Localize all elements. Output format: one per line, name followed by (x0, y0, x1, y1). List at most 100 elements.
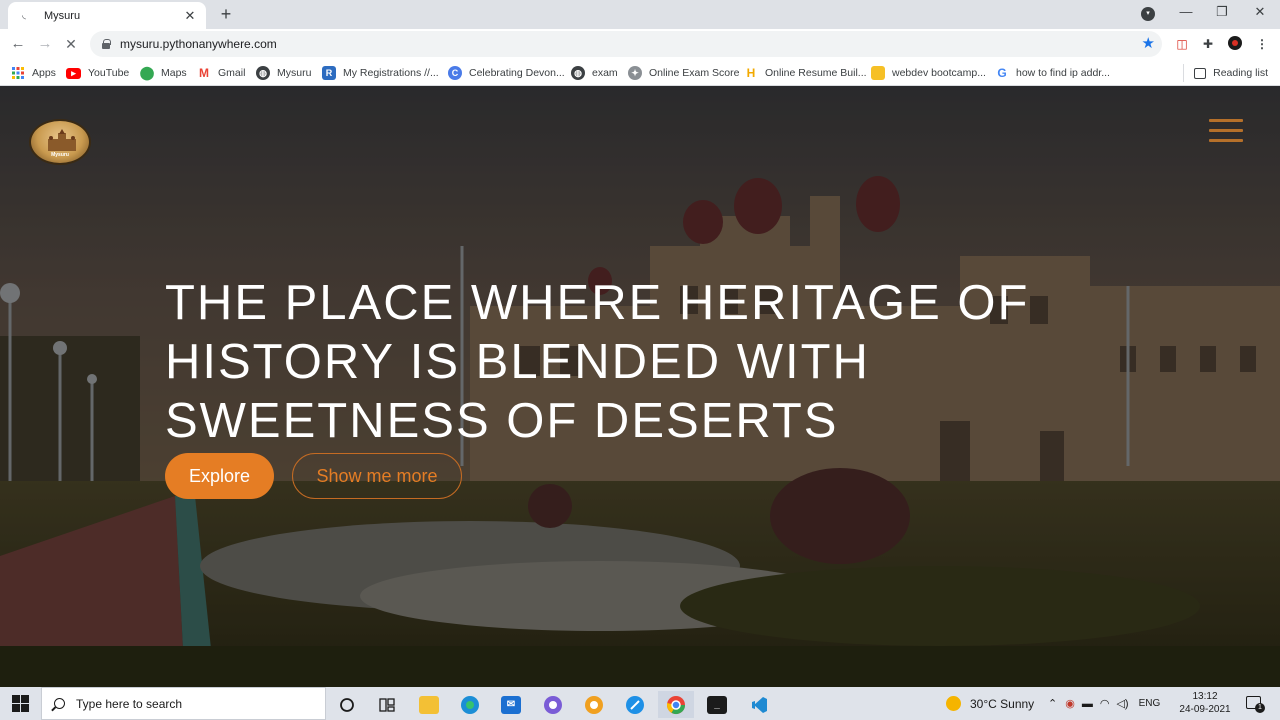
chevron-up-icon[interactable]: ⌃ (1048, 697, 1057, 710)
globe-icon: ◍ (571, 66, 585, 80)
reading-list-button[interactable]: Reading list (1183, 64, 1268, 82)
chat-app-icon[interactable] (535, 691, 571, 718)
bookmark-mysuru[interactable]: ◍ Mysuru (256, 64, 311, 82)
logo-text: Mysuru (51, 152, 69, 158)
c-logo-icon: C (448, 66, 462, 80)
explore-button[interactable]: Explore (165, 453, 274, 499)
vscode-icon[interactable] (741, 691, 777, 718)
reading-list-label: Reading list (1213, 67, 1268, 79)
folder-note-icon (871, 66, 885, 80)
registration-icon: R (322, 66, 336, 80)
palace-logo-icon (48, 129, 76, 151)
bookmark-gmail[interactable]: M Gmail (197, 64, 245, 82)
reading-list-icon (1194, 67, 1207, 79)
cortana-icon[interactable] (329, 691, 365, 718)
lock-icon (102, 39, 111, 49)
maps-pin-icon: ⬤ (139, 65, 155, 80)
site-logo[interactable]: Mysuru (29, 119, 91, 165)
bookmark-label: exam (592, 67, 618, 79)
back-arrow-icon[interactable]: ← (7, 33, 29, 55)
volume-icon[interactable]: ◁) (1116, 697, 1128, 710)
bookmark-maps[interactable]: ⬤ Maps (140, 64, 187, 82)
hamburger-menu-icon[interactable] (1209, 119, 1243, 145)
wifi-icon[interactable]: ◠ (1100, 697, 1110, 710)
bookmark-webdev[interactable]: webdev bootcamp... (871, 64, 986, 82)
youtube-icon: ▸ (66, 67, 81, 79)
bookmark-registrations[interactable]: R My Registrations //... (322, 64, 439, 82)
close-window-button[interactable]: ✕ (1250, 4, 1270, 24)
globe-icon: ◍ (256, 66, 270, 80)
browser-toolbar: ← → ✕ mysuru.pythonanywhere.com ★ ◫ ✚ ⋮ (0, 29, 1280, 59)
notification-count: 1 (1255, 703, 1265, 713)
weather-widget[interactable]: 30°C Sunny (946, 687, 1034, 720)
show-me-more-button[interactable]: Show me more (292, 453, 462, 499)
gmail-icon: M (199, 66, 209, 80)
maximize-button[interactable]: ❐ (1212, 4, 1232, 24)
minimize-button[interactable]: — (1176, 4, 1196, 24)
search-icon (54, 698, 65, 709)
language-indicator[interactable]: ENG (1139, 698, 1161, 709)
feather-app-icon[interactable] (617, 691, 653, 718)
tab-strip: ◟ Mysuru ✕ + ▾ — ❐ ✕ (0, 0, 1280, 29)
profile-avatar-icon[interactable] (1227, 36, 1243, 52)
tab-mysuru[interactable]: ◟ Mysuru ✕ (8, 2, 206, 29)
headline-line: THE PLACE WHERE HERITAGE OF (165, 276, 1030, 330)
bookmark-label: Apps (32, 67, 56, 79)
bookmark-apps[interactable]: Apps (11, 64, 56, 82)
tab-search-icon[interactable]: ▾ (1141, 7, 1155, 21)
address-bar[interactable]: mysuru.pythonanywhere.com ★ (90, 31, 1162, 57)
bookmark-label: Online Resume Buil... (765, 67, 867, 79)
clock-time: 13:12 (1192, 691, 1218, 702)
loading-spinner-icon: ◟ (22, 10, 26, 21)
bookmark-label: Maps (161, 67, 187, 79)
bookmark-label: Gmail (218, 67, 246, 79)
clock-date: 24-09-2021 (1179, 704, 1231, 715)
hero-section: Mysuru THE PLACE WHERE HERITAGE OF HISTO… (0, 86, 1280, 687)
bookmark-label: My Registrations //... (343, 67, 439, 79)
bookmark-label: webdev bootcamp... (892, 67, 986, 79)
bookmark-exam[interactable]: ◍ exam (571, 64, 618, 82)
bookmark-online-exam-score[interactable]: ✦ Online Exam Score (628, 64, 739, 82)
terminal-icon[interactable]: _ (699, 691, 735, 718)
bookmark-star-icon[interactable]: ★ (1142, 35, 1155, 53)
battery-icon[interactable]: ▬ (1082, 698, 1093, 710)
task-view-icon[interactable] (369, 691, 405, 718)
windows-start-icon[interactable] (12, 695, 29, 712)
headline-line: SWEETNESS OF DESERTS (165, 394, 839, 448)
bookmark-label: Celebrating Devon... (469, 67, 565, 79)
canary-browser-icon[interactable] (576, 691, 612, 718)
bookmarks-bar: Apps ▸ YouTube ⬤ Maps M Gmail ◍ Mysuru R… (0, 59, 1280, 86)
tab-title: Mysuru (44, 9, 81, 22)
forward-arrow-icon[interactable]: → (34, 33, 56, 55)
bookmark-label: Mysuru (277, 67, 312, 79)
pocket-extension-icon[interactable]: ◫ (1174, 36, 1190, 52)
apps-grid-icon (11, 66, 25, 80)
bookmark-youtube[interactable]: ▸ YouTube (66, 64, 129, 82)
weather-text: 30°C Sunny (970, 696, 1035, 711)
stop-loading-icon[interactable]: ✕ (60, 33, 82, 55)
tray-icons: ⌃ ◉ ▬ ◠ ◁) ENG (1048, 687, 1160, 720)
mail-icon[interactable]: ✉ (493, 691, 529, 718)
taskbar-search-box[interactable]: Type here to search (41, 687, 326, 720)
system-clock[interactable]: 13:12 24-09-2021 (1174, 690, 1236, 716)
notification-icon[interactable]: 1 (1246, 696, 1265, 713)
bookmark-label: Online Exam Score (649, 67, 740, 79)
bookmark-label: YouTube (88, 67, 130, 79)
headline-line: HISTORY IS BLENDED WITH (165, 335, 870, 389)
new-tab-button[interactable]: + (215, 4, 237, 26)
menu-kebab-icon[interactable]: ⋮ (1254, 36, 1270, 52)
h-logo-icon: H (746, 66, 756, 80)
emblem-icon: ✦ (628, 66, 642, 80)
extensions-puzzle-icon[interactable]: ✚ (1200, 36, 1216, 52)
file-explorer-icon[interactable] (411, 691, 447, 718)
search-placeholder: Type here to search (76, 696, 183, 711)
security-icon[interactable]: ◉ (1065, 697, 1075, 710)
bookmark-online-resume[interactable]: H Online Resume Buil... (744, 64, 867, 82)
windows-taskbar: Type here to search ✉ _ 30°C Sunny ⌃ ◉ ▬… (0, 687, 1280, 720)
bookmark-celebrating[interactable]: C Celebrating Devon... (448, 64, 565, 82)
bookmark-find-ip[interactable]: G how to find ip addr... (995, 64, 1110, 82)
chrome-icon[interactable] (658, 691, 694, 718)
edge-browser-icon[interactable] (452, 691, 488, 718)
bookmark-label: how to find ip addr... (1016, 67, 1110, 79)
close-tab-icon[interactable]: ✕ (182, 8, 198, 24)
